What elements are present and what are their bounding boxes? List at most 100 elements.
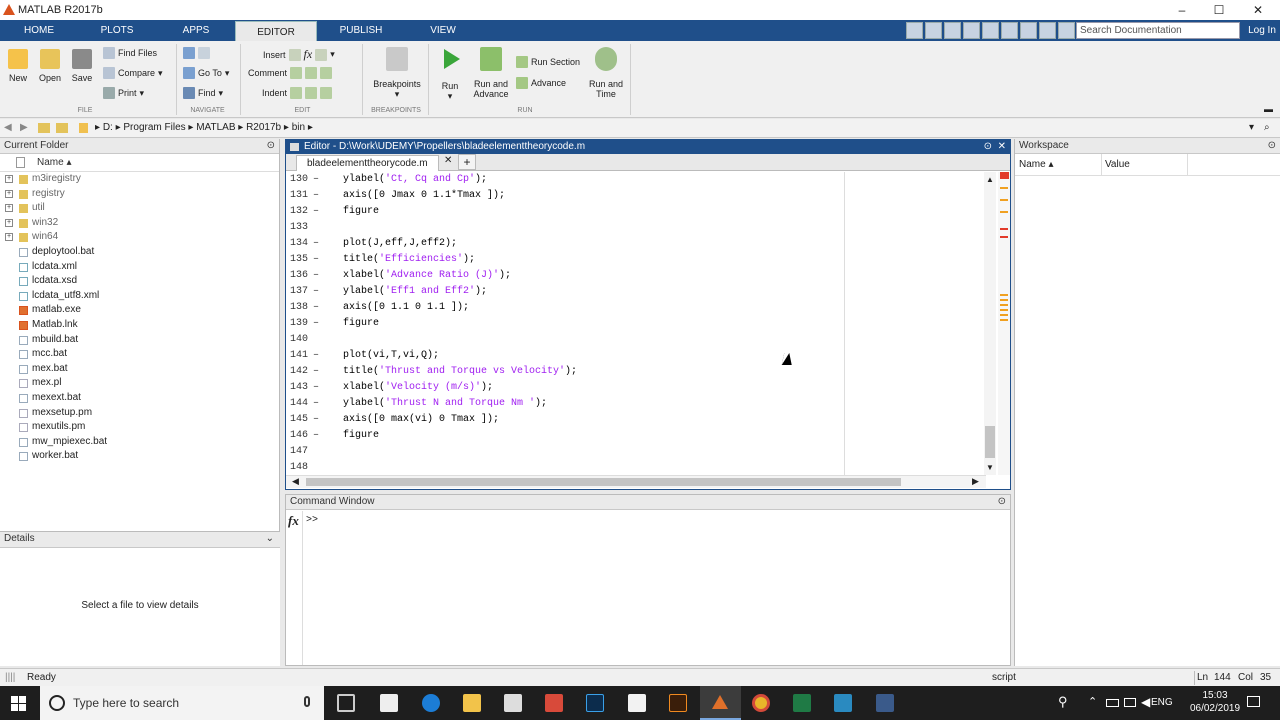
- code-line[interactable]: title('Thrust and Torque vs Velocity');: [343, 366, 577, 377]
- breadcrumb-program-files[interactable]: Program Files: [123, 122, 185, 133]
- cut-icon[interactable]: [944, 22, 961, 39]
- run-section-button[interactable]: Run Section: [516, 56, 580, 68]
- scroll-down-icon[interactable]: ▼: [986, 463, 994, 472]
- tab-plots[interactable]: PLOTS: [92, 20, 142, 41]
- redo-icon[interactable]: [1020, 22, 1037, 39]
- run-and-time-button[interactable]: Run and Time: [587, 47, 625, 99]
- function-browser-icon[interactable]: fx: [288, 513, 299, 529]
- file-item[interactable]: deploytool.bat: [0, 245, 279, 260]
- battery-icon[interactable]: [1106, 699, 1119, 707]
- editor-menu-icon[interactable]: ⊙: [984, 140, 992, 154]
- remote-app-icon[interactable]: [876, 694, 894, 712]
- file-item[interactable]: Matlab.lnk: [0, 318, 279, 333]
- code-analyzer-bar[interactable]: [998, 172, 1010, 475]
- command-prompt[interactable]: >>: [306, 515, 318, 526]
- breakpoint-dash[interactable]: –: [313, 270, 319, 281]
- horizontal-scrollbar[interactable]: ◀ ▶: [286, 475, 986, 488]
- code-line[interactable]: title('Efficiencies');: [343, 254, 475, 265]
- code-line[interactable]: xlabel('Velocity (m/s)');: [343, 382, 493, 393]
- collapse-ribbon-icon[interactable]: ▬: [1264, 104, 1273, 114]
- code-line[interactable]: plot(J,eff,J,eff2);: [343, 238, 457, 249]
- folder-item[interactable]: + m3iregistry: [0, 172, 279, 187]
- panel-menu-icon[interactable]: ⊙: [998, 495, 1006, 509]
- breakpoint-dash[interactable]: –: [313, 414, 319, 425]
- warning-marker[interactable]: [1000, 199, 1008, 201]
- tray-chevron-up-icon[interactable]: ⌃: [1088, 695, 1097, 708]
- indent-button[interactable]: Indent: [262, 87, 333, 99]
- breakpoint-dash[interactable]: –: [313, 206, 319, 217]
- folder-item[interactable]: + win32: [0, 216, 279, 231]
- shortcut-icon[interactable]: [906, 22, 923, 39]
- close-tab-icon[interactable]: ✕: [444, 155, 452, 166]
- breakpoint-dash[interactable]: –: [313, 238, 319, 249]
- photoshop-icon[interactable]: [586, 694, 604, 712]
- file-tab[interactable]: bladeelementtheorycode.m: [296, 155, 439, 171]
- file-item[interactable]: mex.pl: [0, 376, 279, 391]
- scroll-right-icon[interactable]: ▶: [972, 476, 979, 487]
- run-and-advance-button[interactable]: Run and Advance: [471, 47, 511, 99]
- screen-recorder-icon[interactable]: [834, 694, 852, 712]
- windows-start-icon[interactable]: [11, 696, 26, 711]
- breadcrumb-matlab[interactable]: MATLAB: [196, 122, 235, 133]
- panel-menu-icon[interactable]: ⊙: [1268, 139, 1276, 153]
- code-line[interactable]: figure: [343, 318, 379, 329]
- file-item[interactable]: mcc.bat: [0, 347, 279, 362]
- file-item[interactable]: mw_mpiexec.bat: [0, 435, 279, 450]
- illustrator-icon[interactable]: [669, 694, 687, 712]
- edge-browser-icon[interactable]: [422, 694, 440, 712]
- run-button[interactable]: Run ▾: [436, 47, 464, 102]
- panel-menu-icon[interactable]: ⊙: [267, 139, 275, 153]
- search-folder-icon[interactable]: ⌕: [1264, 119, 1270, 137]
- tab-view[interactable]: VIEW: [418, 20, 468, 41]
- breakpoint-dash[interactable]: –: [313, 382, 319, 393]
- maximize-button[interactable]: ☐: [1201, 0, 1237, 20]
- document-icon[interactable]: [628, 694, 646, 712]
- new-button[interactable]: New: [6, 49, 30, 83]
- warning-marker[interactable]: [1000, 211, 1008, 213]
- task-view-icon[interactable]: [337, 694, 355, 712]
- open-button[interactable]: Open: [37, 49, 63, 83]
- error-marker[interactable]: [1000, 236, 1008, 238]
- code-line[interactable]: ylabel('Thrust N and Torque Nm ');: [343, 398, 547, 409]
- mail-icon[interactable]: [380, 694, 398, 712]
- code-area[interactable]: 130– ylabel('Ct, Cq and Cp'); 131– axis([0 …: [286, 172, 986, 475]
- name-column-header[interactable]: Name ▴: [0, 154, 279, 172]
- error-marker[interactable]: [1000, 228, 1008, 230]
- save-button[interactable]: Save: [70, 49, 94, 83]
- breadcrumb-bin[interactable]: bin: [292, 122, 305, 133]
- code-line[interactable]: plot(vi,T,vi,Q);: [343, 350, 439, 361]
- code-line[interactable]: axis([0 1.1 0 1.1 ]);: [343, 302, 469, 313]
- breadcrumb-r2017b[interactable]: R2017b: [246, 122, 281, 133]
- action-center-icon[interactable]: [1247, 696, 1260, 707]
- file-item[interactable]: lcdata.xsd: [0, 274, 279, 289]
- minimize-button[interactable]: –: [1164, 0, 1200, 20]
- microphone-icon[interactable]: [304, 696, 310, 707]
- expand-icon[interactable]: +: [5, 189, 13, 198]
- advance-button[interactable]: Advance: [516, 77, 566, 89]
- code-line[interactable]: axis([0 Jmax 0 1.1*Tmax ]);: [343, 190, 505, 201]
- breakpoints-button[interactable]: Breakpoints ▾: [370, 47, 424, 100]
- scroll-thumb[interactable]: [985, 426, 995, 458]
- language-indicator[interactable]: ENG: [1151, 697, 1173, 708]
- breakpoint-dash[interactable]: –: [313, 318, 319, 329]
- close-button[interactable]: ✕: [1240, 0, 1276, 20]
- store-icon[interactable]: [504, 694, 522, 712]
- search-documentation-input[interactable]: Search Documentation: [1076, 22, 1240, 39]
- compare-button[interactable]: Compare ▾: [103, 67, 163, 79]
- scroll-up-icon[interactable]: ▲: [986, 175, 994, 184]
- address-dropdown-icon[interactable]: ▾: [1249, 119, 1254, 137]
- file-explorer-icon[interactable]: [463, 694, 481, 712]
- warning-marker[interactable]: [1000, 187, 1008, 189]
- breadcrumb-drive[interactable]: D:: [103, 122, 113, 133]
- forward-arrow-icon[interactable]: ▶: [20, 119, 28, 137]
- file-item[interactable]: matlab.exe: [0, 303, 279, 318]
- back-arrow-icon[interactable]: ◀: [4, 119, 12, 137]
- vertical-scrollbar[interactable]: ▲ ▼: [984, 172, 996, 475]
- excel-icon[interactable]: [793, 694, 811, 712]
- breakpoint-dash[interactable]: –: [313, 254, 319, 265]
- browse-folder-icon[interactable]: [56, 123, 68, 133]
- switch-windows-icon[interactable]: [1039, 22, 1056, 39]
- code-line[interactable]: figure: [343, 206, 379, 217]
- tab-publish[interactable]: PUBLISH: [332, 20, 390, 41]
- file-item[interactable]: lcdata_utf8.xml: [0, 289, 279, 304]
